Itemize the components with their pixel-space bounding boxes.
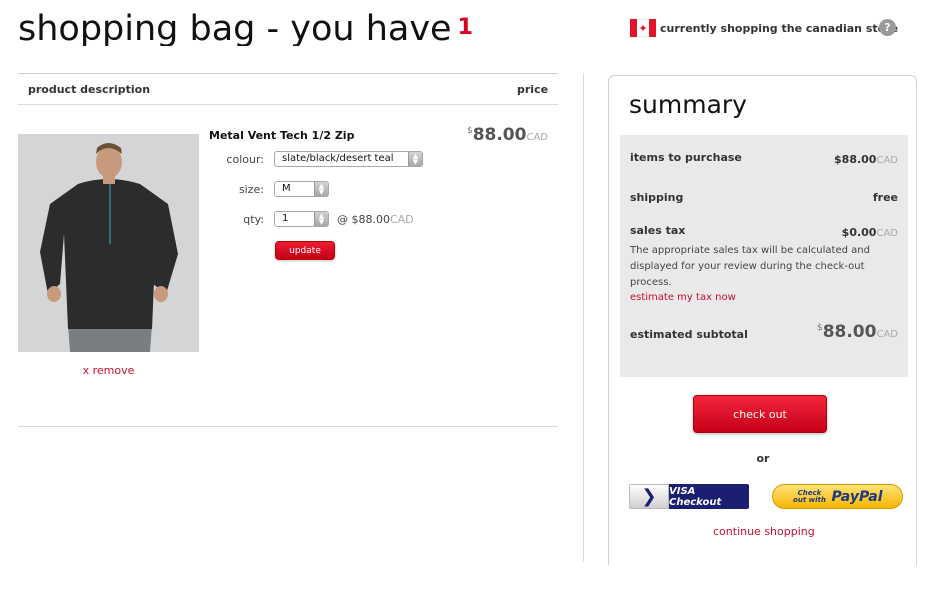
paypal-small-label: Check out with — [793, 488, 826, 504]
remove-link[interactable]: x remove — [18, 364, 199, 377]
subtotal-amount: 88.00 — [822, 322, 877, 342]
select-arrow-icon: ▲ ▼ — [314, 182, 328, 196]
estimate-tax-link[interactable]: estimate my tax now — [630, 292, 736, 303]
colour-select-value: slate/black/desert teal — [282, 153, 394, 164]
select-arrow-icon: ▲ ▼ — [314, 212, 328, 226]
qty-label: qty: — [243, 213, 264, 226]
paypal-checkout-button[interactable]: Check out with PayPal — [772, 484, 903, 509]
help-icon[interactable]: ? — [879, 19, 896, 36]
unit-price: @ $88.00CAD — [337, 213, 414, 226]
product-name[interactable]: Metal Vent Tech 1/2 Zip — [209, 129, 354, 142]
item-count: 1 — [457, 15, 473, 40]
shipping-label: shipping — [630, 191, 684, 204]
select-arrow-icon: ▲ ▼ — [408, 152, 422, 166]
or-separator: or — [756, 452, 770, 465]
qty-select-value: 1 — [282, 213, 289, 224]
estimated-subtotal-value: $88.00CAD — [817, 322, 898, 342]
store-text: currently shopping the canadian store — [660, 21, 899, 35]
price-amount: 88.00 — [472, 125, 527, 145]
visa-chevron-icon: ❯ — [629, 484, 669, 509]
paypal-label: PayPal — [831, 488, 883, 505]
tax-note: The appropriate sales tax will be calcul… — [630, 245, 870, 288]
items-to-purchase-value: $88.00CAD — [834, 153, 898, 166]
unit-price-currency: CAD — [390, 213, 414, 226]
subtotal-currency: CAD — [876, 329, 898, 340]
colour-label: colour: — [226, 153, 264, 166]
items-value-amount: $88.00 — [834, 153, 877, 166]
page-title: shopping bag - you have 1 — [18, 6, 538, 46]
page-title-text: shopping bag - you have — [18, 9, 452, 46]
visa-checkout-button[interactable]: ❯ VISA Checkout — [629, 484, 749, 509]
column-divider — [583, 73, 584, 562]
checkout-button[interactable]: check out — [693, 395, 827, 433]
items-to-purchase-label: items to purchase — [630, 151, 742, 164]
unit-price-amount: @ $88.00 — [337, 213, 390, 226]
qty-select[interactable]: 1 ▲ ▼ — [274, 211, 329, 227]
sales-tax-label: sales tax — [630, 224, 686, 237]
cart-bottom-divider — [18, 426, 558, 427]
store-indicator: ✦ currently shopping the canadian store — [630, 17, 898, 39]
estimated-subtotal-label: estimated subtotal — [630, 328, 748, 341]
page-title-overflow: ii — [18, 44, 48, 50]
price-currency: CAD — [526, 132, 548, 143]
size-label: size: — [238, 183, 264, 196]
size-select[interactable]: M ▲ ▼ — [274, 181, 329, 197]
sales-tax-value: $0.00CAD — [842, 226, 898, 239]
product-image[interactable] — [18, 134, 199, 352]
product-price: $88.00CAD — [467, 125, 548, 145]
tax-value-currency: CAD — [876, 228, 898, 239]
continue-shopping-link[interactable]: continue shopping — [713, 525, 815, 538]
header-bottom-divider — [18, 104, 558, 105]
tax-value-amount: $0.00 — [841, 226, 877, 239]
size-select-value: M — [282, 183, 291, 194]
visa-checkout-label: VISA Checkout — [669, 484, 749, 509]
colour-select[interactable]: slate/black/desert teal ▲ ▼ — [274, 151, 423, 167]
column-header-description: product description — [28, 83, 151, 96]
items-value-currency: CAD — [876, 155, 898, 166]
shipping-value: free — [872, 191, 898, 204]
summary-title: summary — [629, 90, 747, 119]
header-top-divider — [18, 73, 558, 74]
update-button[interactable]: update — [275, 241, 335, 260]
canada-flag-icon: ✦ — [630, 19, 656, 37]
column-header-price: price — [517, 83, 549, 96]
